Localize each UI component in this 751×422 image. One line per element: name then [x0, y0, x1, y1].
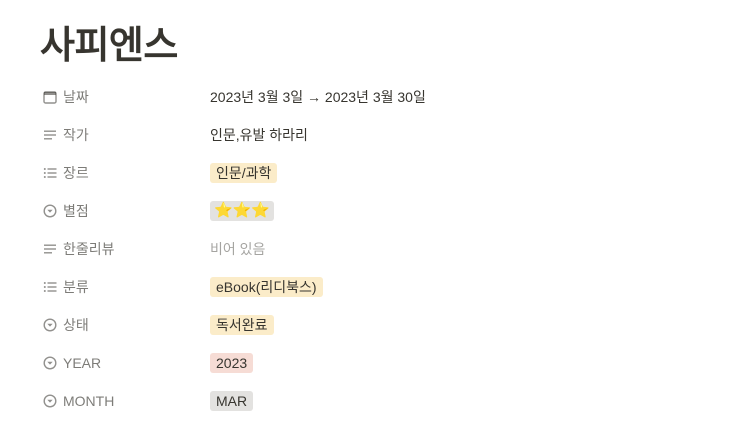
property-row-date: 날짜 2023년 3월 3일 → 2023년 3월 30일 [40, 78, 720, 116]
category-tag: eBook(리디북스) [210, 277, 323, 297]
property-name-category[interactable]: 분류 [40, 272, 210, 302]
property-value-genre[interactable]: 인문/과학 [210, 158, 720, 188]
property-value-review[interactable]: 비어 있음 [210, 234, 720, 264]
property-row-month: MONTH MAR [40, 382, 720, 420]
multi-select-icon [42, 165, 58, 181]
property-name-year[interactable]: YEAR [40, 348, 210, 378]
property-value-category[interactable]: eBook(리디북스) [210, 272, 720, 302]
property-row-category: 분류 eBook(리디북스) [40, 268, 720, 306]
property-name-rating[interactable]: 별점 [40, 196, 210, 226]
property-label: 날짜 [63, 89, 89, 105]
date-range-text: 2023년 3월 3일 → 2023년 3월 30일 [210, 89, 426, 105]
property-value-rating[interactable]: ⭐⭐⭐ [210, 196, 720, 226]
property-name-genre[interactable]: 장르 [40, 158, 210, 188]
text-lines-icon [42, 241, 58, 257]
property-row-year: YEAR 2023 [40, 344, 720, 382]
calendar-icon [42, 89, 58, 105]
property-row-status: 상태 독서완료 [40, 306, 720, 344]
property-value-month[interactable]: MAR [210, 386, 720, 416]
property-value-year[interactable]: 2023 [210, 348, 720, 378]
author-text: 인문,유발 하라리 [210, 127, 308, 143]
select-icon [42, 393, 58, 409]
genre-tag: 인문/과학 [210, 163, 278, 183]
property-value-author[interactable]: 인문,유발 하라리 [210, 120, 720, 150]
select-icon [42, 317, 58, 333]
rating-tag: ⭐⭐⭐ [210, 201, 275, 221]
property-label: 한줄리뷰 [63, 241, 115, 257]
property-label: MONTH [63, 393, 115, 409]
property-name-date[interactable]: 날짜 [40, 82, 210, 112]
property-value-status[interactable]: 독서완료 [210, 310, 720, 340]
status-tag: 독서완료 [210, 315, 274, 335]
properties-list: 날짜 2023년 3월 3일 → 2023년 3월 30일 작가 인문,유발 하… [40, 78, 720, 420]
year-tag: 2023 [210, 353, 254, 373]
property-row-review: 한줄리뷰 비어 있음 [40, 230, 720, 268]
property-label: 작가 [63, 127, 89, 143]
property-row-rating: 별점 ⭐⭐⭐ [40, 192, 720, 230]
multi-select-icon [42, 279, 58, 295]
property-name-review[interactable]: 한줄리뷰 [40, 234, 210, 264]
property-row-author: 작가 인문,유발 하라리 [40, 116, 720, 154]
property-label: 분류 [63, 279, 89, 295]
property-label: 상태 [63, 317, 89, 333]
select-icon [42, 355, 58, 371]
property-label: YEAR [63, 355, 102, 371]
property-name-author[interactable]: 작가 [40, 120, 210, 150]
page-title[interactable]: 사피엔스 [40, 20, 178, 72]
property-row-genre: 장르 인문/과학 [40, 154, 720, 192]
property-label: 장르 [63, 165, 89, 181]
property-name-month[interactable]: MONTH [40, 386, 210, 416]
empty-placeholder: 비어 있음 [210, 241, 266, 257]
property-value-date[interactable]: 2023년 3월 3일 → 2023년 3월 30일 [210, 82, 720, 112]
select-icon [42, 203, 58, 219]
property-label: 별점 [63, 203, 89, 219]
month-tag: MAR [210, 391, 254, 411]
text-lines-icon [42, 127, 58, 143]
property-name-status[interactable]: 상태 [40, 310, 210, 340]
